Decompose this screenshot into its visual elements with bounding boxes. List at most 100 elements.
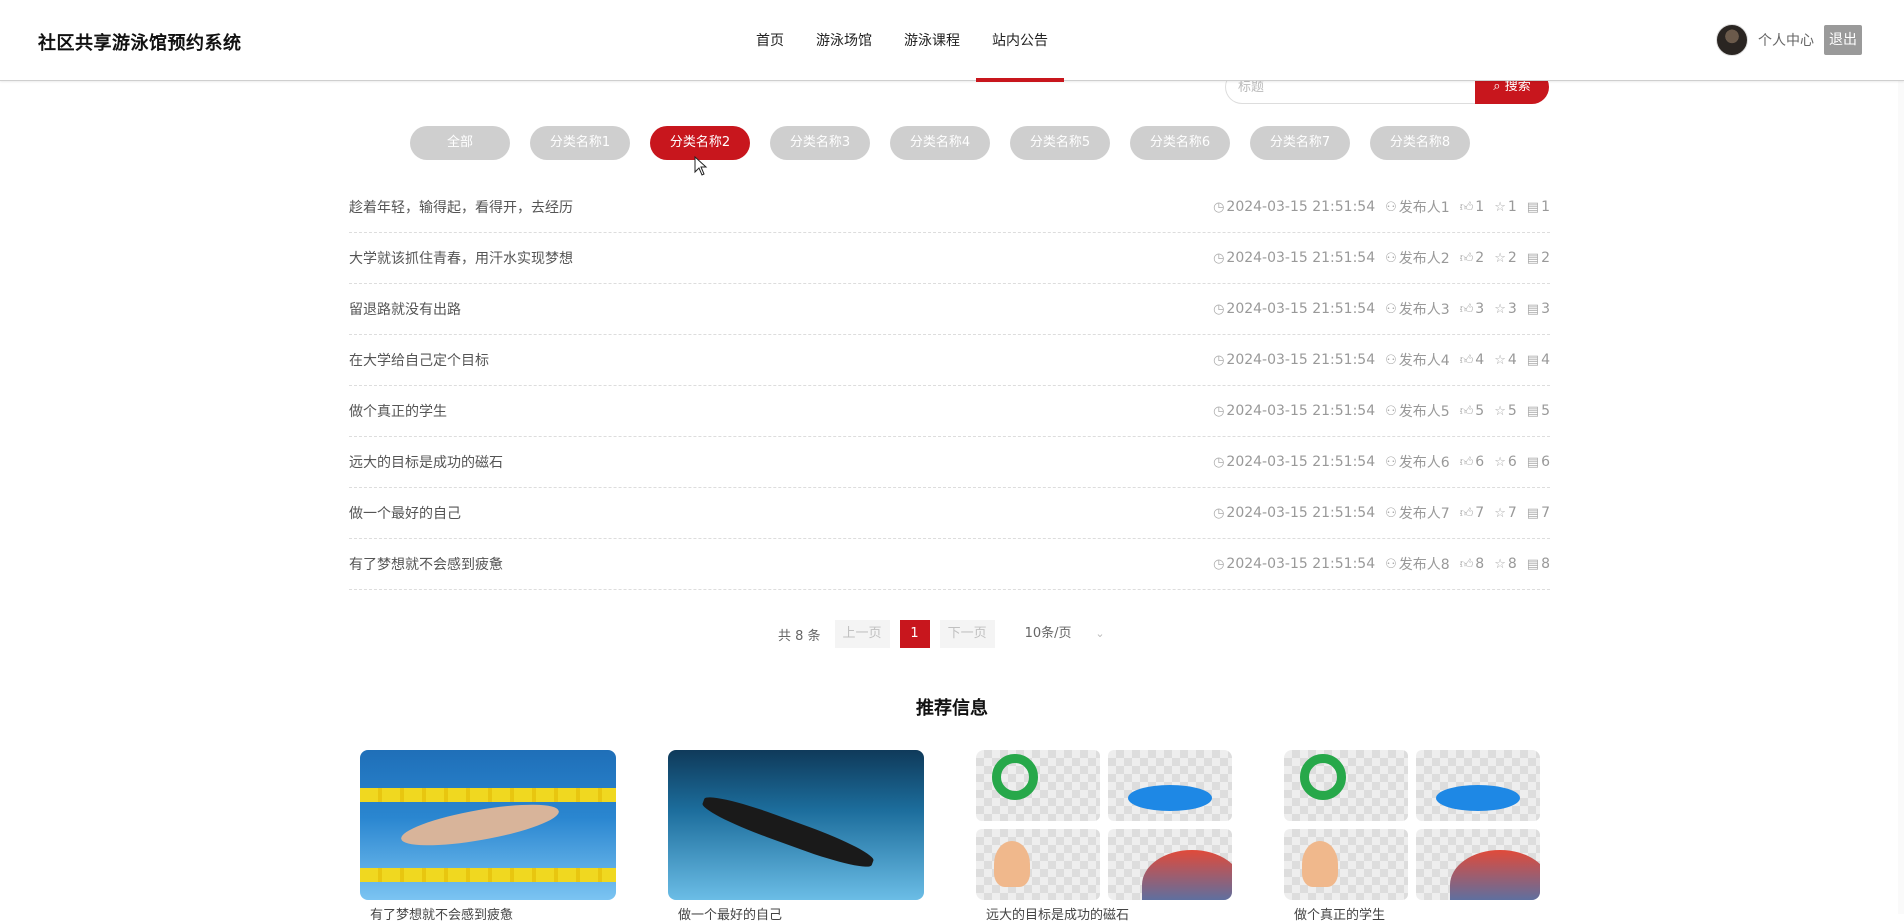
category-2[interactable]: 分类名称2: [650, 126, 750, 160]
list-item[interactable]: 在大学给自己定个目标 ◷ 2024-03-15 21:51:54 ⚇ 发布人4 👍︎…: [349, 335, 1550, 386]
scrollbar[interactable]: [1898, 81, 1904, 914]
clock-icon: ◷: [1213, 199, 1225, 215]
comment-icon: ▤: [1526, 505, 1540, 521]
list-item[interactable]: 做一个最好的自己 ◷ 2024-03-15 21:51:54 ⚇ 发布人7 👍︎ 7 …: [349, 488, 1550, 539]
notice-list: 趁着年轻，输得起，看得开，去经历 ◷ 2024-03-15 21:51:54 ⚇ 发…: [349, 182, 1550, 590]
notice-author: 发布人8: [1398, 557, 1450, 573]
notice-favs: 6: [1507, 454, 1517, 470]
notice-time: 2024-03-15 21:51:54: [1226, 199, 1376, 215]
thumbs-up-icon: 👍︎: [1459, 352, 1474, 368]
lane-rope: [360, 788, 616, 802]
notice-title[interactable]: 大学就该抓住青春，用汗水实现梦想: [349, 248, 573, 268]
card-image[interactable]: [1284, 750, 1540, 900]
notice-title[interactable]: 有了梦想就不会感到疲惫: [349, 554, 503, 574]
thumbs-up-icon: 👍︎: [1459, 403, 1474, 419]
thumbs-up-icon: 👍︎: [1459, 250, 1474, 266]
card-image[interactable]: [668, 750, 924, 900]
notice-author: 发布人7: [1398, 506, 1450, 522]
notice-author: 发布人3: [1398, 302, 1450, 318]
notice-comments: 5: [1541, 403, 1550, 419]
category-4[interactable]: 分类名称4: [890, 126, 990, 160]
list-item[interactable]: 大学就该抓住青春，用汗水实现梦想 ◷ 2024-03-15 21:51:54 ⚇ 发…: [349, 233, 1550, 284]
notice-title[interactable]: 趁着年轻，输得起，看得开，去经历: [349, 197, 573, 217]
category-6[interactable]: 分类名称6: [1130, 126, 1230, 160]
notice-comments: 3: [1541, 301, 1550, 317]
nav-courses[interactable]: 游泳课程: [888, 0, 976, 81]
comment-icon: ▤: [1526, 403, 1540, 419]
notice-title[interactable]: 在大学给自己定个目标: [349, 350, 489, 370]
notice-title[interactable]: 做个真正的学生: [349, 401, 447, 421]
comment-icon: ▤: [1526, 556, 1540, 572]
list-item[interactable]: 远大的目标是成功的磁石 ◷ 2024-03-15 21:51:54 ⚇ 发布人6 👍…: [349, 437, 1550, 488]
list-item[interactable]: 趁着年轻，输得起，看得开，去经历 ◷ 2024-03-15 21:51:54 ⚇ 发…: [349, 182, 1550, 233]
card-image[interactable]: [976, 750, 1232, 900]
list-item[interactable]: 留退路就没有出路 ◷ 2024-03-15 21:51:54 ⚇ 发布人3 👍︎ 3 …: [349, 284, 1550, 335]
comment-icon: ▤: [1526, 301, 1540, 317]
notice-title[interactable]: 远大的目标是成功的磁石: [349, 452, 503, 472]
notice-likes: 5: [1475, 403, 1485, 419]
card-image[interactable]: [360, 750, 616, 900]
notice-meta: ◷ 2024-03-15 21:51:54 ⚇ 发布人6 👍︎ 6 ☆ 6 ▤ 6: [1213, 452, 1550, 472]
notice-likes: 6: [1475, 454, 1485, 470]
page-size-select[interactable]: 10条/页 ⌄: [1025, 620, 1105, 648]
lane-rope: [360, 868, 616, 882]
user-icon: ⚇: [1385, 556, 1397, 572]
notice-time: 2024-03-15 21:51:54: [1226, 352, 1376, 368]
recommend-card[interactable]: 做个真正的学生: [1284, 750, 1540, 923]
search-icon: ⌕: [1493, 79, 1501, 94]
image-cell: [1108, 750, 1232, 821]
category-all[interactable]: 全部: [410, 126, 510, 160]
swimmer-shape: [398, 796, 562, 854]
swimmer-figure-shape: [1302, 841, 1338, 887]
swim-ring-shape: [1300, 754, 1346, 800]
prev-page-button[interactable]: 上一页: [834, 620, 890, 648]
notice-author: 发布人2: [1398, 251, 1450, 267]
notice-title[interactable]: 留退路就没有出路: [349, 299, 461, 319]
comment-icon: ▤: [1526, 454, 1540, 470]
user-icon: ⚇: [1385, 403, 1397, 419]
thumbs-up-icon: 👍︎: [1459, 505, 1474, 521]
notice-author: 发布人1: [1398, 200, 1450, 216]
recommend-card[interactable]: 有了梦想就不会感到疲惫: [360, 750, 616, 923]
nav-home[interactable]: 首页: [740, 0, 800, 81]
page-number-current[interactable]: 1: [899, 620, 930, 648]
main-nav: 首页 游泳场馆 游泳课程 站内公告: [740, 0, 1064, 82]
notice-likes: 1: [1475, 199, 1485, 215]
notice-comments: 1: [1541, 199, 1550, 215]
notice-meta: ◷ 2024-03-15 21:51:54 ⚇ 发布人4 👍︎ 4 ☆ 4 ▤ 4: [1213, 350, 1550, 370]
category-7[interactable]: 分类名称7: [1250, 126, 1350, 160]
list-item[interactable]: 有了梦想就不会感到疲惫 ◷ 2024-03-15 21:51:54 ⚇ 发布人8 👍…: [349, 539, 1550, 590]
category-3[interactable]: 分类名称3: [770, 126, 870, 160]
nav-venues[interactable]: 游泳场馆: [800, 0, 888, 81]
notice-title[interactable]: 做一个最好的自己: [349, 503, 461, 523]
recommend-cards: 有了梦想就不会感到疲惫 做一个最好的自己 远大的目标是成功的磁石 做个真正的学生: [360, 750, 1540, 923]
category-1[interactable]: 分类名称1: [530, 126, 630, 160]
notice-comments: 2: [1541, 250, 1550, 266]
list-item[interactable]: 做个真正的学生 ◷ 2024-03-15 21:51:54 ⚇ 发布人5 👍︎ 5 ☆…: [349, 386, 1550, 437]
category-8[interactable]: 分类名称8: [1370, 126, 1470, 160]
notice-author: 发布人6: [1398, 455, 1450, 471]
notice-meta: ◷ 2024-03-15 21:51:54 ⚇ 发布人7 👍︎ 7 ☆ 7 ▤ 7: [1213, 503, 1550, 523]
logout-button[interactable]: 退出: [1824, 25, 1862, 55]
next-page-button[interactable]: 下一页: [939, 620, 995, 648]
notice-comments: 7: [1541, 505, 1550, 521]
search-button-label: 搜索: [1504, 79, 1531, 94]
thumbs-up-icon: 👍︎: [1459, 199, 1474, 215]
comment-icon: ▤: [1526, 352, 1540, 368]
pool-shape: [1128, 785, 1212, 811]
user-center-link[interactable]: 个人中心: [1758, 30, 1814, 50]
recommend-card[interactable]: 远大的目标是成功的磁石: [976, 750, 1232, 923]
star-icon: ☆: [1494, 199, 1506, 215]
notice-meta: ◷ 2024-03-15 21:51:54 ⚇ 发布人5 👍︎ 5 ☆ 5 ▤ 5: [1213, 401, 1550, 421]
notice-favs: 1: [1507, 199, 1517, 215]
notice-author: 发布人4: [1398, 353, 1450, 369]
image-cell: [976, 829, 1100, 900]
category-5[interactable]: 分类名称5: [1010, 126, 1110, 160]
pagination-total: 共 8 条: [778, 628, 821, 644]
nav-announcements[interactable]: 站内公告: [976, 0, 1064, 82]
recommend-card[interactable]: 做一个最好的自己: [668, 750, 924, 923]
user-icon: ⚇: [1385, 250, 1397, 266]
avatar[interactable]: [1716, 24, 1748, 56]
notice-comments: 6: [1541, 454, 1550, 470]
clock-icon: ◷: [1213, 403, 1225, 419]
